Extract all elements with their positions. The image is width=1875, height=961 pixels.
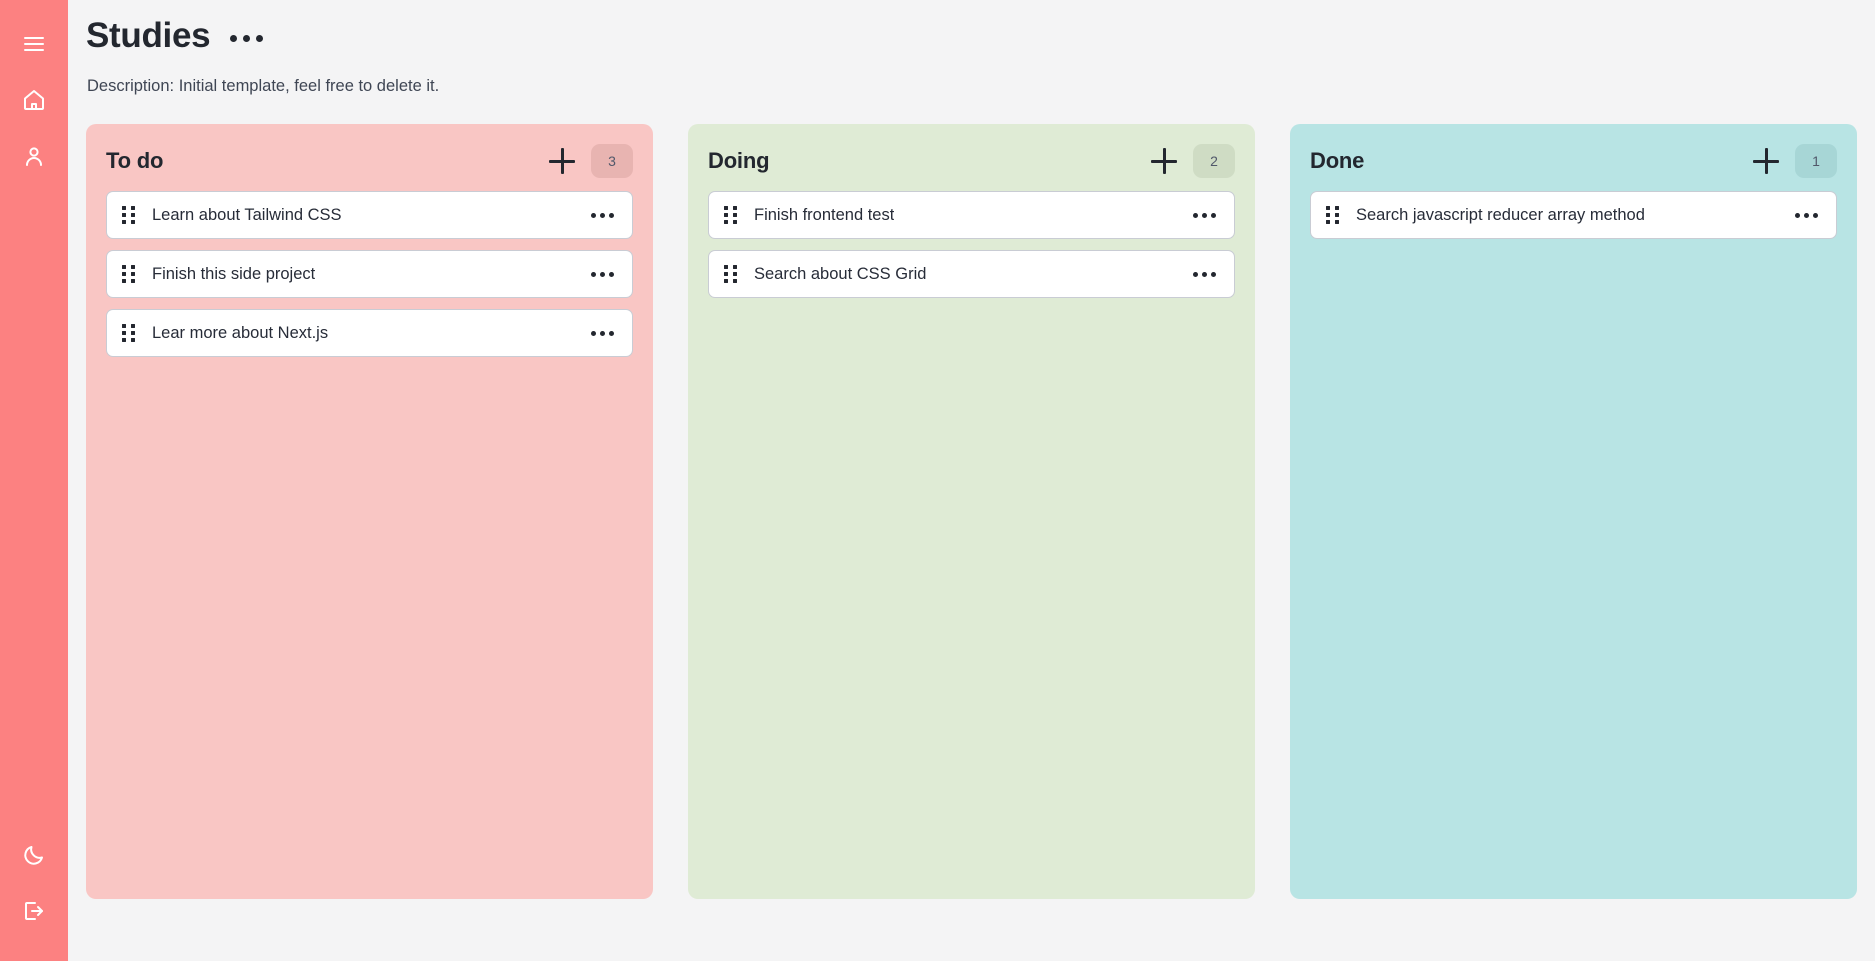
task-card-options-button[interactable] <box>589 264 616 285</box>
column-title: To do <box>106 148 164 173</box>
add-card-button[interactable] <box>1151 148 1177 174</box>
task-card-title: Search javascript reducer array method <box>1356 205 1645 224</box>
page-title: Studies <box>86 15 211 55</box>
ellipsis-icon-dot <box>609 330 614 336</box>
task-card-title: Lear more about Next.js <box>152 323 329 342</box>
sidebar-bottom-group <box>6 827 62 939</box>
sidebar-item-theme-toggle[interactable] <box>6 827 62 883</box>
task-card-title: Finish frontend test <box>754 205 895 224</box>
ellipsis-icon-dot <box>243 34 251 42</box>
column-header: Done 1 <box>1310 141 1837 181</box>
ellipsis-icon-dot <box>1211 271 1216 277</box>
task-card-title: Finish this side project <box>152 264 316 283</box>
drag-handle-icon[interactable] <box>724 265 738 283</box>
drag-handle-icon[interactable] <box>122 324 136 342</box>
task-card[interactable]: Finish frontend test <box>708 191 1235 239</box>
task-card-options-button[interactable] <box>1191 205 1218 226</box>
drag-handle-icon[interactable] <box>122 206 136 224</box>
board-column-doing: Doing 2 Finish frontend test Search about C… <box>688 124 1255 899</box>
ellipsis-icon-dot <box>600 330 605 336</box>
ellipsis-icon-dot <box>1193 271 1198 277</box>
card-list: Finish frontend test Search about CSS Gri… <box>708 191 1235 298</box>
card-count-badge: 2 <box>1193 144 1235 178</box>
drag-handle-icon[interactable] <box>1326 206 1340 224</box>
column-header: To do 3 <box>106 141 633 181</box>
main-content: Studies Description: Initial template, f… <box>68 0 1875 961</box>
task-card-options-button[interactable] <box>589 205 616 226</box>
sidebar-top-group <box>6 16 62 184</box>
card-list: Search javascript reducer array method <box>1310 191 1837 239</box>
task-card[interactable]: Lear more about Next.js <box>106 309 633 357</box>
task-card-options-button[interactable] <box>589 323 616 344</box>
ellipsis-icon-dot <box>591 212 596 218</box>
card-list: Learn about Tailwind CSS Finish this side… <box>106 191 633 357</box>
column-actions: 1 <box>1753 144 1837 178</box>
hamburger-menu-icon <box>22 32 46 56</box>
column-actions: 3 <box>549 144 633 178</box>
board-columns: To do 3 Learn about Tailwind CSS Finish thi… <box>68 124 1875 899</box>
board-column-todo: To do 3 Learn about Tailwind CSS Finish thi… <box>86 124 653 899</box>
sidebar-item-menu-toggle[interactable] <box>6 16 62 72</box>
column-title: Doing <box>708 148 770 173</box>
board-title-row: Studies <box>86 11 1875 59</box>
task-card-title: Learn about Tailwind CSS <box>152 205 342 224</box>
ellipsis-icon-dot <box>1813 212 1818 218</box>
task-card-options-button[interactable] <box>1793 205 1820 226</box>
task-card-title: Search about CSS Grid <box>754 264 927 283</box>
ellipsis-icon-dot <box>600 212 605 218</box>
add-card-button[interactable] <box>549 148 575 174</box>
ellipsis-icon-dot <box>1804 212 1809 218</box>
ellipsis-icon-dot <box>1193 212 1198 218</box>
sidebar-item-profile[interactable] <box>6 128 62 184</box>
task-card[interactable]: Finish this side project <box>106 250 633 298</box>
sidebar-item-logout[interactable] <box>6 883 62 939</box>
board-options-button[interactable] <box>228 29 265 48</box>
task-card-options-button[interactable] <box>1191 264 1218 285</box>
logout-icon <box>22 899 46 923</box>
ellipsis-icon-dot <box>230 34 238 42</box>
add-card-button[interactable] <box>1753 148 1779 174</box>
drag-handle-icon[interactable] <box>724 206 738 224</box>
column-title: Done <box>1310 148 1365 173</box>
home-icon <box>22 88 46 112</box>
moon-icon <box>22 843 46 867</box>
card-count-badge: 1 <box>1795 144 1837 178</box>
column-actions: 2 <box>1151 144 1235 178</box>
ellipsis-icon-dot <box>1795 212 1800 218</box>
sidebar-item-home[interactable] <box>6 72 62 128</box>
ellipsis-icon-dot <box>256 34 264 42</box>
ellipsis-icon-dot <box>1202 212 1207 218</box>
board-header: Studies Description: Initial template, f… <box>68 0 1875 96</box>
board-description: Description: Initial template, feel free… <box>87 77 440 95</box>
task-card[interactable]: Search javascript reducer array method <box>1310 191 1837 239</box>
ellipsis-icon-dot <box>609 271 614 277</box>
board-column-done: Done 1 Search javascript reducer array met… <box>1290 124 1857 899</box>
ellipsis-icon-dot <box>591 271 596 277</box>
ellipsis-icon-dot <box>591 330 596 336</box>
ellipsis-icon-dot <box>609 212 614 218</box>
card-count-badge: 3 <box>591 144 633 178</box>
task-card[interactable]: Learn about Tailwind CSS <box>106 191 633 239</box>
user-icon <box>22 144 46 168</box>
drag-handle-icon[interactable] <box>122 265 136 283</box>
ellipsis-icon-dot <box>600 271 605 277</box>
ellipsis-icon-dot <box>1202 271 1207 277</box>
sidebar <box>0 0 68 961</box>
column-header: Doing 2 <box>708 141 1235 181</box>
ellipsis-icon-dot <box>1211 212 1216 218</box>
task-card[interactable]: Search about CSS Grid <box>708 250 1235 298</box>
